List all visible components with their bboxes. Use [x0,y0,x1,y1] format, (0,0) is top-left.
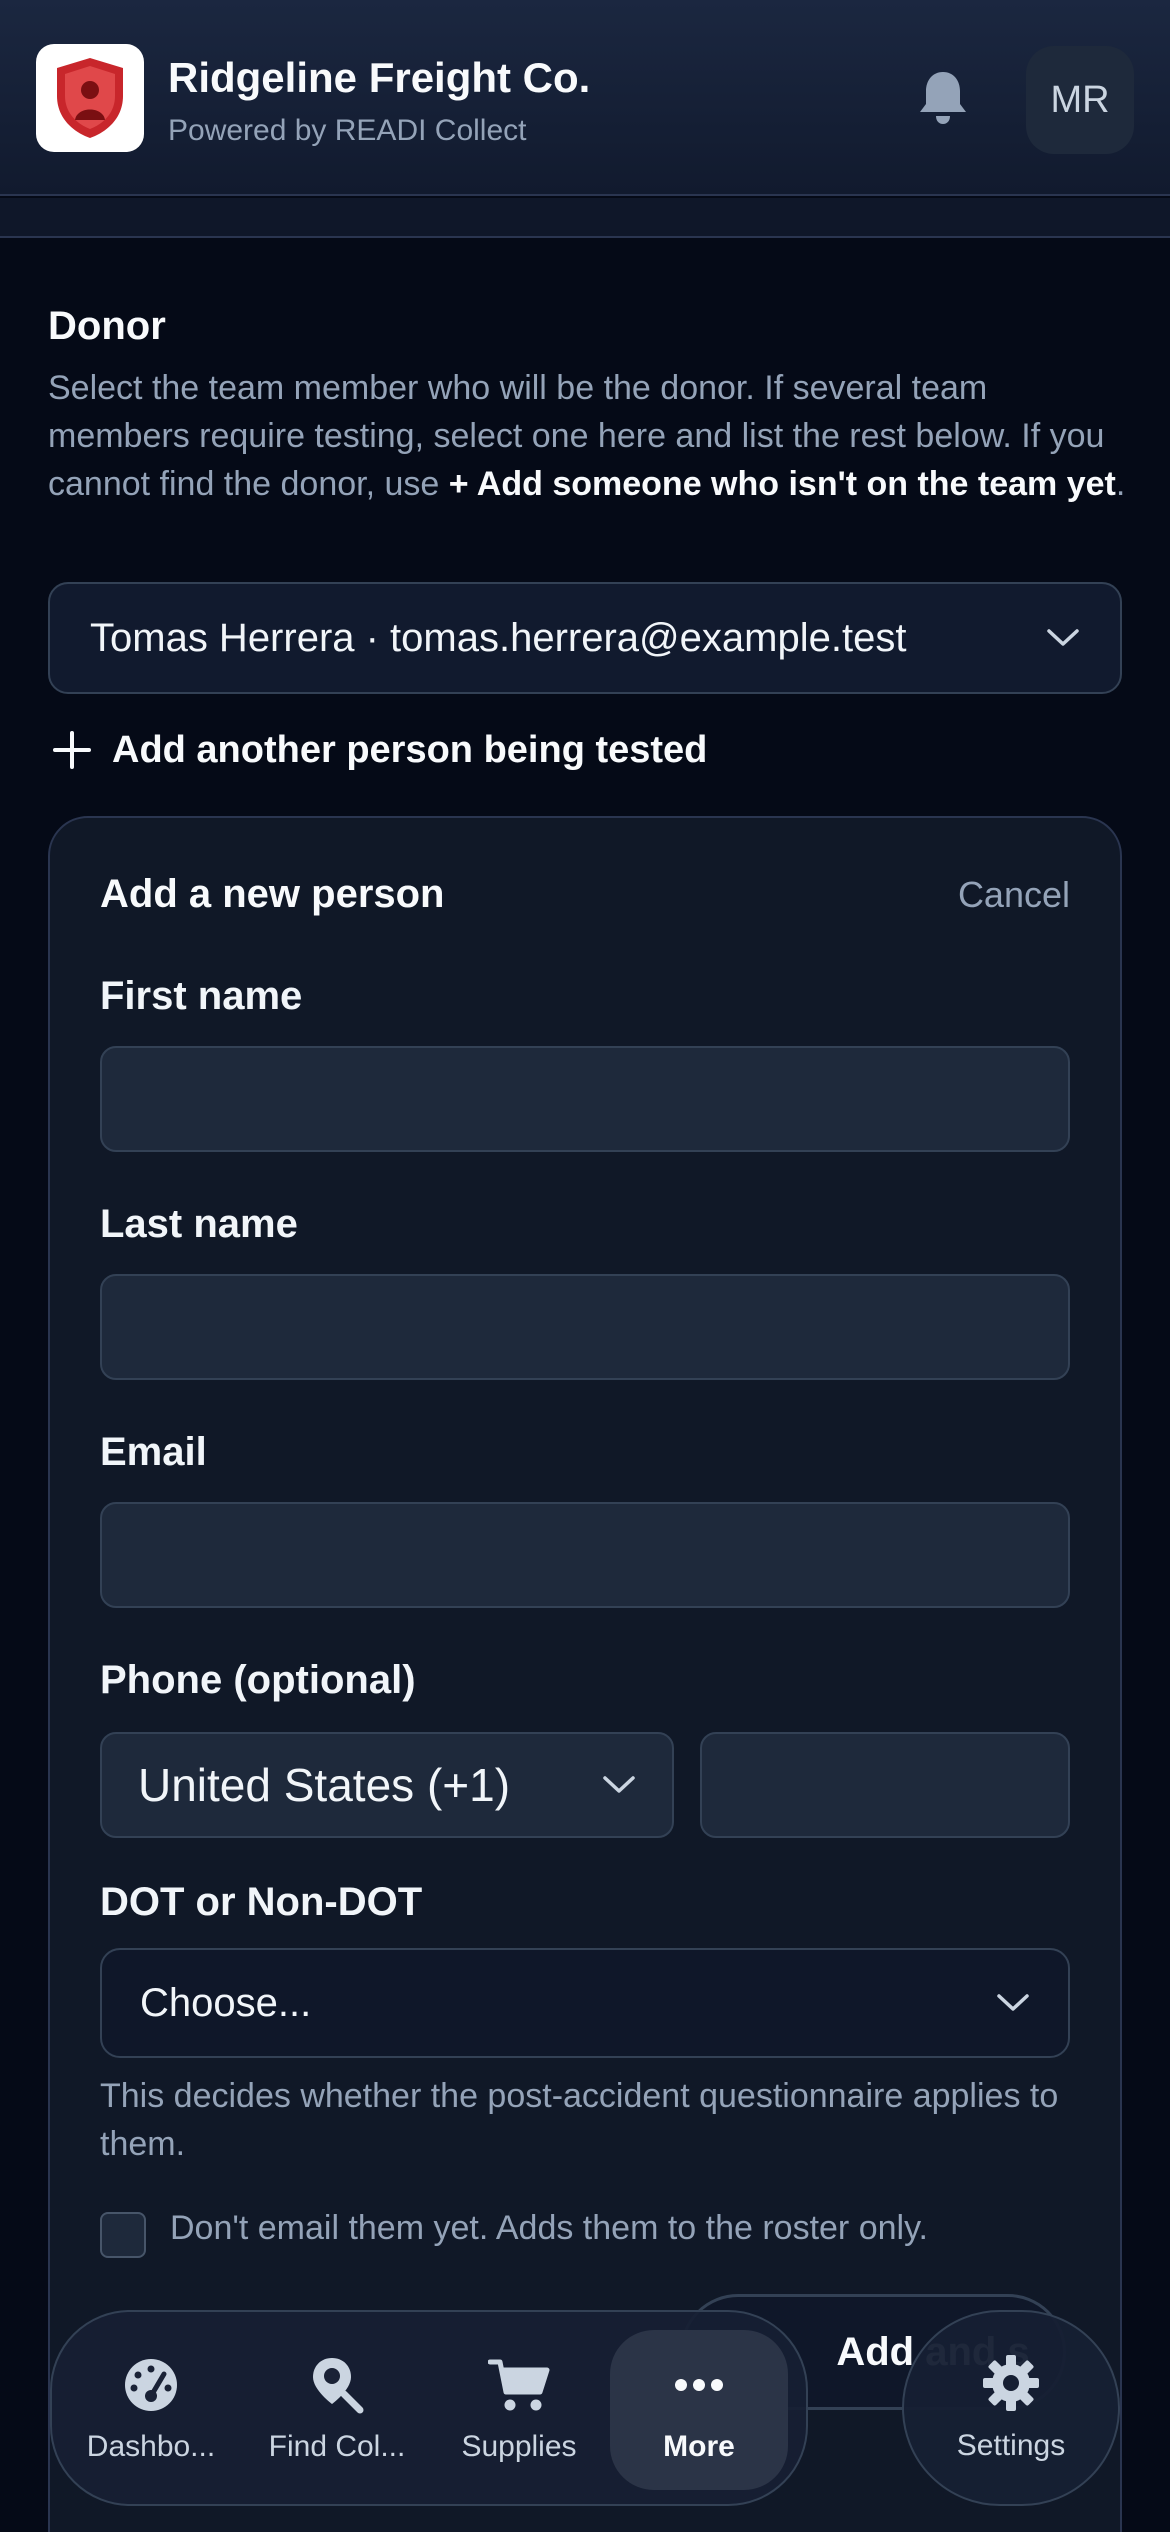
phone-label: Phone (optional) [100,1658,416,1702]
header-subbar [0,198,1170,238]
add-someone-link[interactable]: + Add someone who isn't on the team yet [449,465,1116,503]
country-code-select[interactable]: United States (+1) [100,1732,674,1838]
dot-help-text: This decides whether the post-accident q… [100,2077,1059,2163]
avatar[interactable]: MR [1026,46,1134,154]
new-person-title: Add a new person [100,872,445,916]
no-email-label: Don't email them yet. Adds them to the r… [170,2209,928,2247]
cancel-button[interactable]: Cancel [958,874,1070,916]
chevron-down-icon [603,1776,635,1793]
last-name-label: Last name [100,1202,298,1246]
chevron-down-icon [1047,629,1079,646]
cart-icon [488,2359,550,2411]
nav-dashboard[interactable]: Dashbo... [66,2330,236,2490]
app-header: Ridgeline Freight Co. Powered by READI C… [0,0,1170,196]
nav-supplies[interactable]: Supplies [434,2330,604,2490]
nav-more[interactable]: More [610,2330,788,2490]
nav-find-collection[interactable]: Find Col... [252,2330,422,2490]
plus-icon [53,731,91,769]
gear-icon [983,2355,1039,2411]
dot-label: DOT or Non-DOT [100,1880,423,1924]
add-another-person-button[interactable]: Add another person being tested [52,722,707,778]
country-code-value: United States (+1) [138,1759,511,1811]
donor-selected-value: Tomas Herrera · tomas.herrera@example.te… [90,615,907,660]
first-name-field[interactable] [100,1046,1070,1152]
nav-more-label: More [663,2430,735,2463]
email-label: Email [100,1430,207,1474]
more-icon [675,2379,723,2391]
phone-number-field[interactable] [700,1732,1070,1838]
donor-section-title: Donor [48,304,166,348]
donor-help-end: . [1115,465,1126,503]
donor-help-text: Select the team member who will be the d… [48,364,1128,508]
nav-dashboard-label: Dashbo... [86,2430,216,2463]
company-logo [36,44,144,152]
notifications-bell-icon[interactable] [912,66,974,128]
dot-select[interactable]: Choose... [100,1948,1070,2058]
nav-settings[interactable]: Settings [902,2310,1120,2506]
powered-by: Powered by READI Collect [168,114,527,147]
add-another-label: Add another person being tested [112,728,708,771]
donor-select[interactable]: Tomas Herrera · tomas.herrera@example.te… [48,582,1122,694]
no-email-option: Don't email them yet. Adds them to the r… [100,2204,928,2258]
nav-settings-label: Settings [956,2429,1066,2462]
shield-logo-icon [57,58,123,138]
gauge-icon [125,2359,177,2411]
company-name: Ridgeline Freight Co. [168,54,591,101]
email-field[interactable] [100,1502,1070,1608]
last-name-field[interactable] [100,1274,1070,1380]
map-search-icon [313,2358,364,2414]
dot-select-value: Choose... [140,1980,312,2025]
nav-find-collection-label: Find Col... [268,2430,406,2463]
chevron-down-icon [997,1994,1029,2011]
no-email-checkbox[interactable] [100,2212,146,2258]
first-name-label: First name [100,974,303,1018]
nav-supplies-label: Supplies [461,2430,577,2463]
